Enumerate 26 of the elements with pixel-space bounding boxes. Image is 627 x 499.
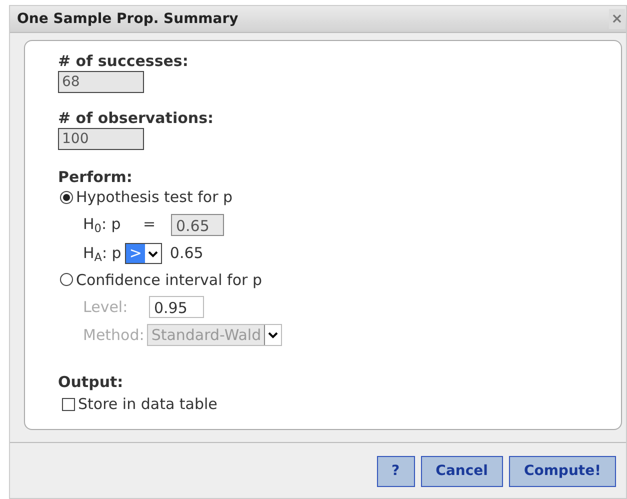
equals-sign: = — [143, 214, 157, 236]
dialog-button[interactable]: Cancel — [420, 456, 503, 487]
option-label: Confidence interval for p — [76, 270, 262, 290]
comparison-dropdown[interactable]: > — [125, 243, 162, 264]
section-label: Perform: — [58, 168, 134, 186]
null-value-field[interactable]: 0.65 — [171, 214, 224, 236]
chevron-down-icon — [146, 248, 159, 258]
field-label: # of observations: — [58, 108, 215, 128]
window-title: One Sample Prop. Summary — [17, 10, 238, 28]
dialog-button[interactable]: ? — [376, 456, 415, 487]
field-label: # of successes: — [58, 51, 190, 71]
alt-hypothesis-label: H$_{A}$: p — [83, 243, 122, 265]
dialog-button[interactable]: Compute! — [508, 456, 616, 487]
radio-button[interactable] — [60, 190, 73, 204]
checkbox[interactable] — [62, 398, 75, 411]
option-label: Hypothesis test for p — [76, 187, 233, 208]
number-field[interactable]: 68 — [58, 71, 144, 93]
number-field[interactable]: 100 — [58, 128, 144, 150]
level-label: Level: — [83, 296, 129, 318]
null-hypothesis-label: H$_{0}$: p — [83, 214, 122, 236]
chevron-down-icon — [267, 330, 280, 340]
section-label: Output: — [58, 373, 124, 391]
checkbox-label: Store in data table — [78, 394, 218, 415]
close-button[interactable]: × — [609, 9, 625, 29]
method-label: Method: — [83, 324, 144, 346]
alt-value: 0.65 — [170, 243, 204, 264]
